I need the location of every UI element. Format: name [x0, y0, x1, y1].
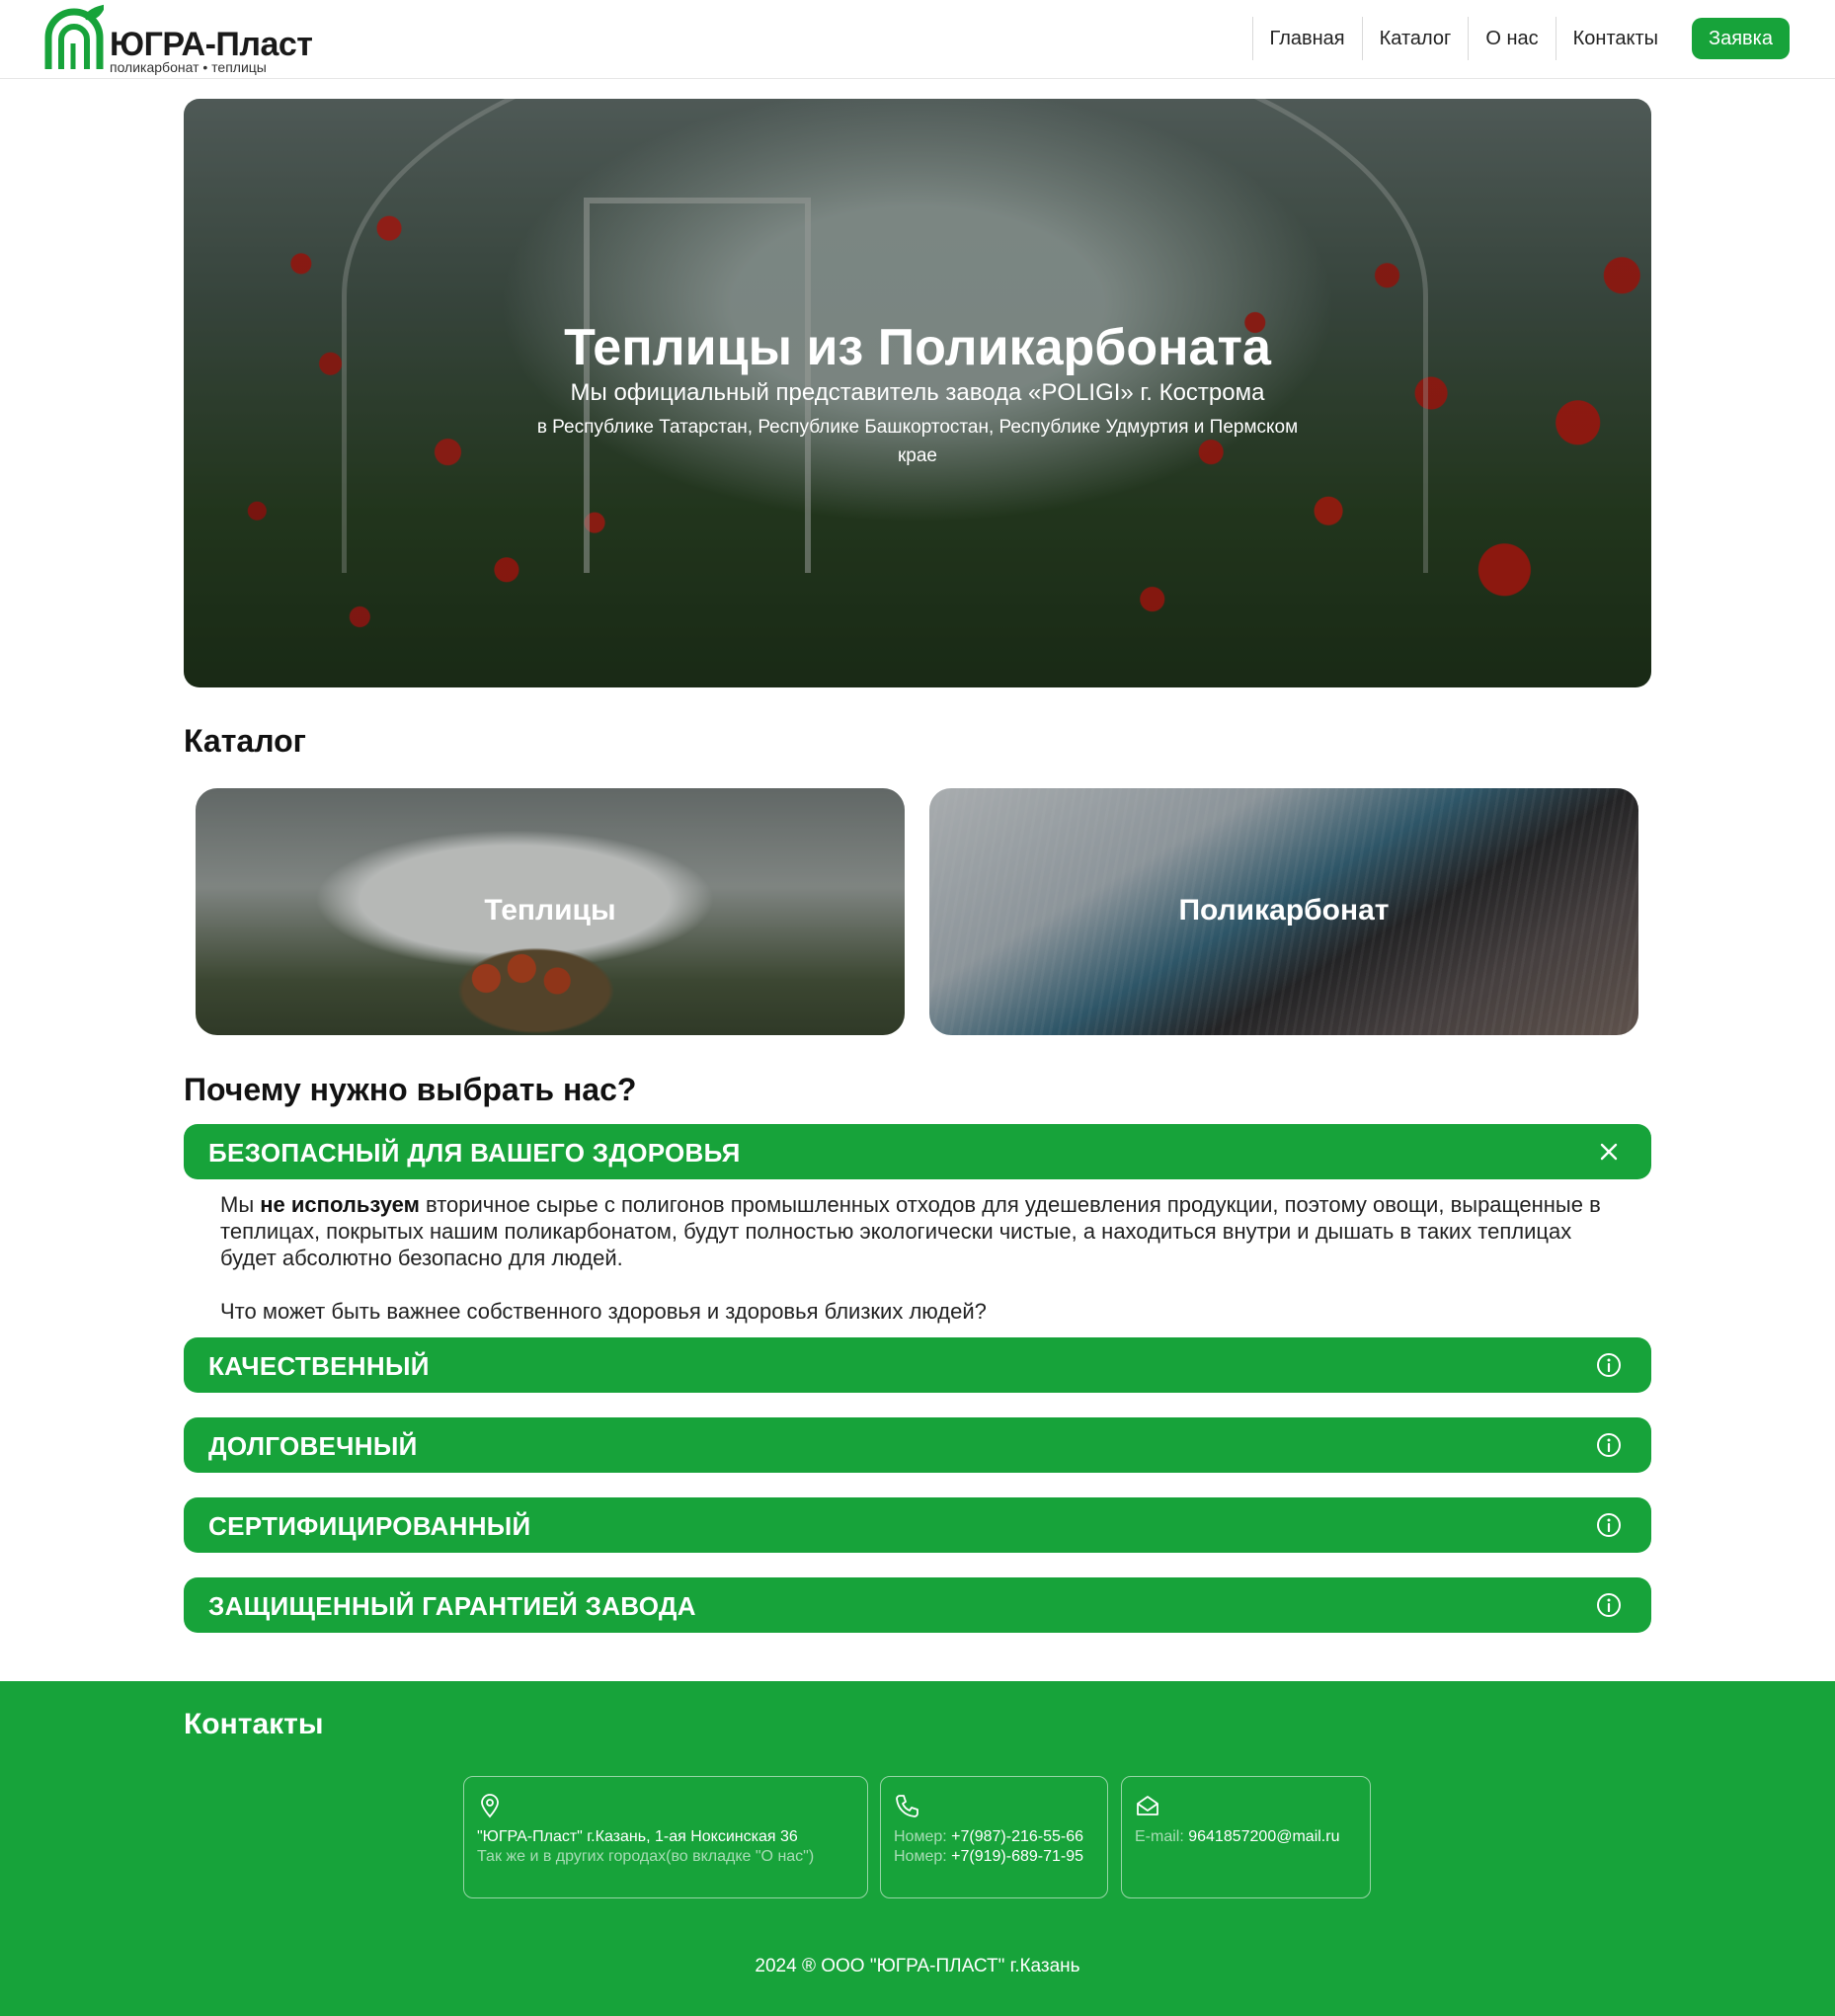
contacts-title: Контакты — [184, 1708, 324, 1740]
envelope-icon — [1137, 1796, 1158, 1815]
contact-card-email: E-mail: 9641857200@mail.ru — [1121, 1776, 1371, 1898]
location-pin-icon — [481, 1794, 499, 1818]
hero-subtitle: Мы официальный представитель завода «POL… — [570, 379, 1265, 406]
address-note: Так же и в других городах(во вкладке "О … — [477, 1848, 815, 1865]
email-address: 9641857200@mail.ru — [1188, 1828, 1340, 1845]
accordion-label: ДОЛГОВЕЧНЫЙ — [208, 1431, 418, 1461]
why-title: Почему нужно выбрать нас? — [184, 1072, 637, 1107]
accordion-label: БЕЗОПАСНЫЙ ДЛЯ ВАШЕГО ЗДОРОВЬЯ — [208, 1138, 741, 1168]
info-icon[interactable] — [1596, 1432, 1622, 1458]
request-button[interactable]: Заявка — [1692, 18, 1790, 59]
brand-tagline: поликарбонат • теплицы — [110, 59, 267, 75]
catalog-title: Каталог — [184, 723, 306, 759]
email-line[interactable]: E-mail: 9641857200@mail.ru — [1135, 1827, 1357, 1847]
main-nav: Главная Каталог О нас Контакты Заявка — [1251, 17, 1835, 60]
accordion-item-durable[interactable]: ДОЛГОВЕЧНЫЙ — [184, 1417, 1651, 1473]
catalog-card-greenhouses[interactable]: Теплицы — [196, 788, 905, 1035]
accordion-item-certified[interactable]: СЕРТИФИЦИРОВАННЫЙ — [184, 1497, 1651, 1553]
greenhouse-logo-icon — [44, 4, 104, 69]
catalog-card-label: Поликарбонат — [1178, 894, 1390, 927]
accordion-paragraph: Мы не используем вторичное сырье с полиг… — [220, 1191, 1633, 1271]
info-icon[interactable] — [1596, 1592, 1622, 1618]
accordion-item-health[interactable]: БЕЗОПАСНЫЙ ДЛЯ ВАШЕГО ЗДОРОВЬЯ — [184, 1124, 1651, 1179]
phone-number: +7(919)-689-71-95 — [951, 1848, 1084, 1865]
phone-icon — [896, 1795, 918, 1817]
phone-number: +7(987)-216-55-66 — [951, 1828, 1084, 1845]
nav-item-about[interactable]: О нас — [1468, 17, 1555, 60]
close-icon[interactable] — [1596, 1139, 1622, 1165]
phone-label: Номер: — [894, 1828, 947, 1845]
hero-title: Теплицы из Поликарбоната — [564, 319, 1271, 376]
body-text: Мы — [220, 1192, 261, 1217]
site-header: ЮГРА-Пласт поликарбонат • теплицы Главна… — [0, 0, 1835, 79]
hero-banner: Теплицы из Поликарбоната Мы официальный … — [184, 99, 1651, 687]
address-line: "ЮГРА-Пласт" г.Казань, 1-ая Ноксинская 3… — [477, 1828, 798, 1845]
info-icon[interactable] — [1596, 1352, 1622, 1378]
phone-label: Номер: — [894, 1848, 947, 1865]
phone-line-2[interactable]: Номер: +7(919)-689-71-95 — [894, 1847, 1094, 1867]
body-emphasis: не используем — [260, 1192, 420, 1217]
accordion-label: КАЧЕСТВЕННЫЙ — [208, 1351, 430, 1381]
accordion-label: СЕРТИФИЦИРОВАННЫЙ — [208, 1511, 531, 1541]
logo[interactable]: ЮГРА-Пласт поликарбонат • теплицы — [44, 4, 341, 75]
copyright: 2024 ® ООО "ЮГРА-ПЛАСТ" г.Казань — [755, 1956, 1080, 1976]
accordion-item-quality[interactable]: КАЧЕСТВЕННЫЙ — [184, 1337, 1651, 1393]
contact-card-address: "ЮГРА-Пласт" г.Казань, 1-ая Ноксинская 3… — [463, 1776, 868, 1898]
accordion-paragraph: Что может быть важнее собственного здоро… — [220, 1299, 987, 1324]
email-label: E-mail: — [1135, 1828, 1184, 1845]
body-text: вторичное сырье с полигонов промышленных… — [220, 1192, 1601, 1270]
hero-regions: в Республике Татарстан, Республике Башко… — [536, 417, 1299, 466]
nav-item-home[interactable]: Главная — [1251, 17, 1362, 60]
catalog-card-label: Теплицы — [484, 894, 616, 927]
site-footer: Контакты "ЮГРА-Пласт" г.Казань, 1-ая Нок… — [0, 1681, 1835, 2016]
accordion-item-warranty[interactable]: ЗАЩИЩЕННЫЙ ГАРАНТИЕЙ ЗАВОДА — [184, 1577, 1651, 1633]
phone-line-1[interactable]: Номер: +7(987)-216-55-66 — [894, 1827, 1094, 1847]
nav-item-contacts[interactable]: Контакты — [1555, 17, 1675, 60]
accordion-body-health: Мы не используем вторичное сырье с полиг… — [220, 1191, 1633, 1325]
info-icon[interactable] — [1596, 1512, 1622, 1538]
catalog-card-polycarbonate[interactable]: Поликарбонат — [929, 788, 1638, 1035]
contact-card-phone: Номер: +7(987)-216-55-66 Номер: +7(919)-… — [880, 1776, 1108, 1898]
accordion-label: ЗАЩИЩЕННЫЙ ГАРАНТИЕЙ ЗАВОДА — [208, 1591, 696, 1621]
nav-item-catalog[interactable]: Каталог — [1361, 17, 1469, 60]
